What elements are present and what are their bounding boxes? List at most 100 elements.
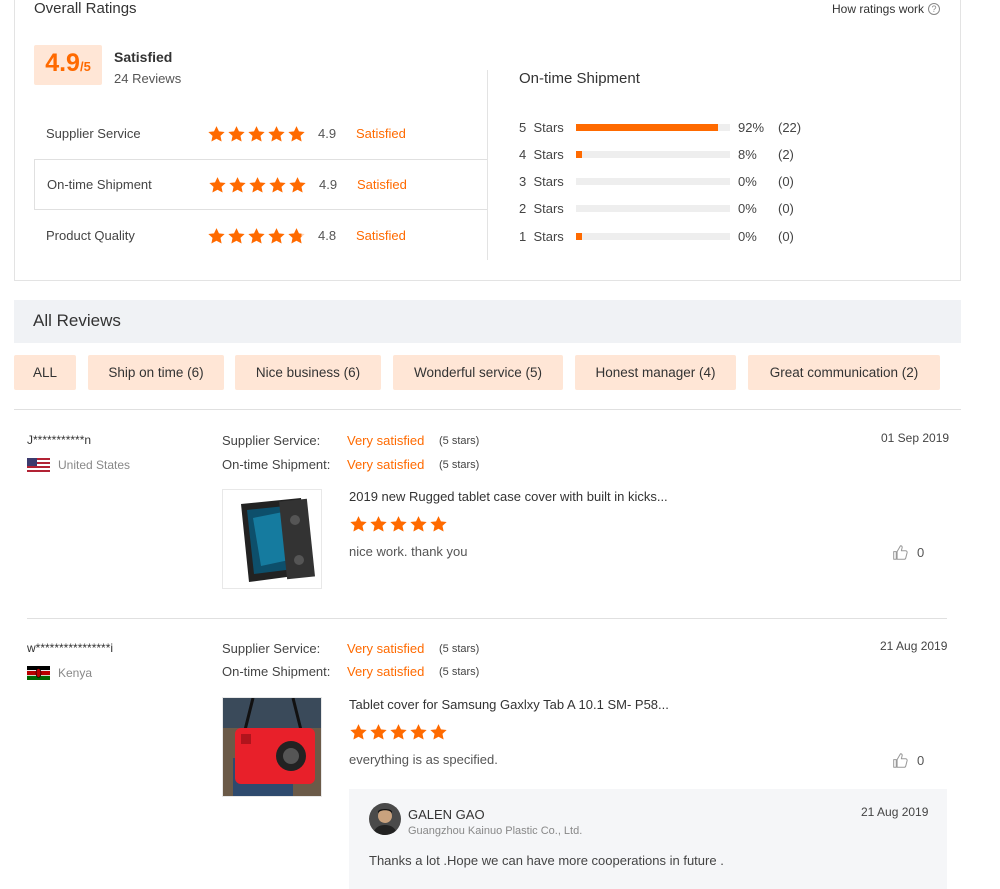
category-stars (207, 227, 306, 245)
divider (27, 618, 947, 619)
all-reviews-title: All Reviews (33, 311, 121, 330)
red-tablet-case-image (223, 698, 321, 796)
panel-divider (487, 70, 488, 260)
rating-label: On-time Shipment: (222, 457, 331, 472)
star-icon (208, 176, 227, 194)
country-name: United States (58, 458, 131, 472)
on-time-shipment-rating: On-time Shipment: Very satisfied (5 star… (222, 664, 479, 679)
distribution-count: (0) (778, 200, 794, 216)
distribution-bar (576, 150, 730, 158)
country-name: Kenya (58, 666, 93, 680)
category-stars (207, 125, 306, 143)
star-icon (409, 723, 428, 741)
star-icon (267, 227, 286, 245)
overall-score-badge: 4.9 /5 (34, 45, 102, 85)
distribution-count: (0) (778, 173, 794, 189)
supplier-service-rating: Supplier Service: Very satisfied (5 star… (222, 433, 479, 448)
review-date: 01 Sep 2019 (881, 431, 950, 445)
thumbs-up-icon[interactable] (892, 544, 909, 561)
category-row-supplier-service[interactable]: Supplier Service 4.9 Satisfied (34, 108, 488, 159)
product-thumbnail[interactable] (222, 697, 322, 797)
overall-score-denominator: /5 (79, 59, 91, 74)
rating-stars-text: (5 stars) (439, 435, 480, 447)
distribution-percent: 0% (738, 228, 757, 244)
distribution-percent: 0% (738, 173, 757, 189)
review-text: everything is as specified. (349, 752, 498, 767)
like-button[interactable]: 0 (892, 544, 924, 561)
how-ratings-work-link[interactable]: How ratings work ? (832, 2, 941, 16)
like-count: 0 (917, 545, 925, 560)
distribution-row-2: 2 Stars 0% (0) (519, 200, 794, 216)
star-icon (429, 515, 448, 533)
distribution-bar (576, 177, 730, 185)
distribution-title: On-time Shipment (519, 70, 640, 87)
star-icon (248, 176, 267, 194)
product-thumbnail[interactable] (222, 489, 322, 589)
distribution-label: 2 Stars (519, 200, 564, 216)
rating-value: Very satisfied (347, 433, 425, 448)
filter-chip-honest-manager[interactable]: Honest manager (4) (575, 355, 736, 390)
distribution-row-1: 1 Stars 0% (0) (519, 228, 794, 244)
star-icon (267, 125, 286, 143)
filter-chip-wonderful-service[interactable]: Wonderful service (5) (393, 355, 563, 390)
reviewer-country: United States (27, 458, 130, 472)
rating-value: Very satisfied (347, 457, 425, 472)
category-stars (208, 176, 307, 194)
how-ratings-work-label[interactable]: How ratings work (832, 2, 924, 16)
category-score: 4.9 (319, 177, 338, 192)
like-button[interactable]: 0 (892, 752, 924, 769)
review-stars (349, 515, 448, 533)
star-icon (207, 125, 226, 143)
star-icon (429, 723, 448, 741)
star-icon (409, 515, 428, 533)
on-time-shipment-rating: On-time Shipment: Very satisfied (5 star… (222, 457, 479, 472)
rating-value: Very satisfied (347, 641, 425, 656)
filter-chip-ship-on-time[interactable]: Ship on time (6) (88, 355, 224, 390)
star-icon (287, 125, 306, 143)
overall-ratings-title: Overall Ratings (34, 0, 137, 17)
star-icon (389, 723, 408, 741)
distribution-row-4: 4 Stars 8% (2) (519, 146, 794, 162)
distribution-bar-fill (576, 232, 583, 240)
thumbs-up-icon[interactable] (892, 752, 909, 769)
overall-status: Satisfied (114, 49, 173, 65)
filter-chip-nice-business[interactable]: Nice business (6) (235, 355, 381, 390)
category-status: Satisfied (357, 177, 407, 192)
star-icon (227, 227, 246, 245)
star-icon (369, 723, 388, 741)
reviewer-country: Kenya (27, 666, 92, 680)
kenya-flag-icon (27, 666, 50, 680)
rating-value: Very satisfied (347, 664, 425, 679)
star-icon (228, 176, 247, 194)
rating-stars-text: (5 stars) (439, 643, 480, 655)
distribution-label: 1 Stars (519, 228, 564, 244)
rating-stars-text: (5 stars) (439, 459, 480, 471)
review-stars (349, 723, 448, 741)
distribution-label: 5 Stars (519, 119, 564, 135)
category-row-product-quality[interactable]: Product Quality 4.8 Satisfied (34, 210, 488, 261)
category-label: Supplier Service (46, 126, 141, 141)
star-icon (287, 227, 306, 245)
star-icon (389, 515, 408, 533)
product-title-link[interactable]: Tablet cover for Samsung Gaxlxy Tab A 10… (349, 697, 669, 712)
distribution-bar-fill (576, 123, 718, 131)
filter-chip-all[interactable]: ALL (14, 355, 76, 390)
star-icon (369, 515, 388, 533)
tablet-case-image (223, 490, 321, 588)
category-row-on-time-shipment[interactable]: On-time Shipment 4.9 Satisfied (34, 159, 488, 210)
star-icon (207, 227, 226, 245)
overall-score: 4.9 (45, 49, 80, 77)
question-icon[interactable]: ? (928, 3, 941, 15)
category-score: 4.9 (318, 126, 337, 141)
avatar-image (369, 803, 401, 835)
filter-chip-great-communication[interactable]: Great communication (2) (748, 355, 940, 390)
category-status: Satisfied (356, 126, 406, 141)
us-flag-icon (27, 458, 50, 472)
distribution-row-5: 5 Stars 92% (22) (519, 119, 801, 135)
distribution-percent: 92% (738, 119, 765, 135)
distribution-count: (0) (778, 228, 794, 244)
star-icon (247, 227, 266, 245)
all-reviews-header (14, 300, 961, 343)
product-title-link[interactable]: 2019 new Rugged tablet case cover with b… (349, 489, 668, 504)
like-count: 0 (917, 753, 925, 768)
